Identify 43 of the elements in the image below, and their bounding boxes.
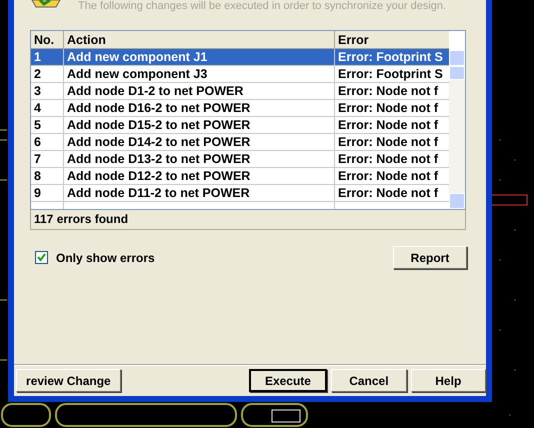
- column-header[interactable]: Action: [64, 31, 335, 48]
- table-cell: Add new component J1: [64, 49, 335, 65]
- scroll-down-button[interactable]: [449, 193, 465, 209]
- table-cell-text: Error: Node not f: [337, 100, 439, 116]
- column-header[interactable]: Error: [335, 31, 449, 48]
- table-cell: Add node D12-2 to net POWER: [64, 168, 335, 184]
- table-cell: Add node D11-2 to net POWER: [64, 185, 335, 201]
- checkbox-label: Only show errors: [56, 250, 155, 266]
- table-cell-text: Error: Node not f: [337, 83, 439, 99]
- table-cell: 9: [31, 185, 64, 201]
- table-cell-text: Error: Footprint S: [337, 66, 444, 82]
- table-cell: Add node D1-2 to net POWER: [64, 83, 335, 99]
- table-cell: 3: [31, 83, 64, 99]
- table-cell-text: Error: Node not f: [337, 185, 439, 201]
- table-cell: 6: [31, 134, 64, 150]
- table-cell: 8: [31, 168, 64, 184]
- instruction-text: The following changes will be executed in order to synchronize your design.: [78, 0, 446, 13]
- column-header[interactable]: No.: [31, 31, 64, 48]
- scroll-thumb[interactable]: [449, 66, 465, 80]
- table-cell-text: Error: Node not f: [337, 168, 439, 184]
- table-cell: Add new component J3: [64, 66, 335, 82]
- table-cell: 5: [31, 117, 64, 133]
- dialog-button[interactable]: review Change: [16, 369, 121, 392]
- only-errors-checkbox[interactable]: [35, 251, 48, 264]
- status-text: 117 errors found: [30, 210, 466, 230]
- table-cell: 7: [31, 151, 64, 167]
- scroll-up-button[interactable]: [449, 50, 465, 66]
- table-cell: Add node D16-2 to net POWER: [64, 100, 335, 116]
- table-cell: Add node D15-2 to net POWER: [64, 117, 335, 133]
- table-cell-text: Error: Footprint S: [337, 49, 444, 65]
- dialog-button[interactable]: Execute: [248, 369, 328, 392]
- table-cell-text: Error: Node not f: [337, 134, 439, 150]
- table-cell: 2: [31, 66, 64, 82]
- table-cell: 4: [31, 100, 64, 116]
- table-cell: Add node D13-2 to net POWER: [64, 151, 335, 167]
- scrollbar[interactable]: [449, 50, 465, 209]
- table-cell-text: Error: Node not f: [337, 117, 439, 133]
- dialog-button[interactable]: Cancel: [331, 369, 407, 392]
- dialog-button[interactable]: Help: [410, 369, 486, 392]
- report-button[interactable]: Report: [393, 246, 467, 269]
- table-cell: Add node D14-2 to net POWER: [64, 134, 335, 150]
- table-cell-text: Error: Node not f: [337, 151, 439, 167]
- table-cell: 1: [31, 49, 64, 65]
